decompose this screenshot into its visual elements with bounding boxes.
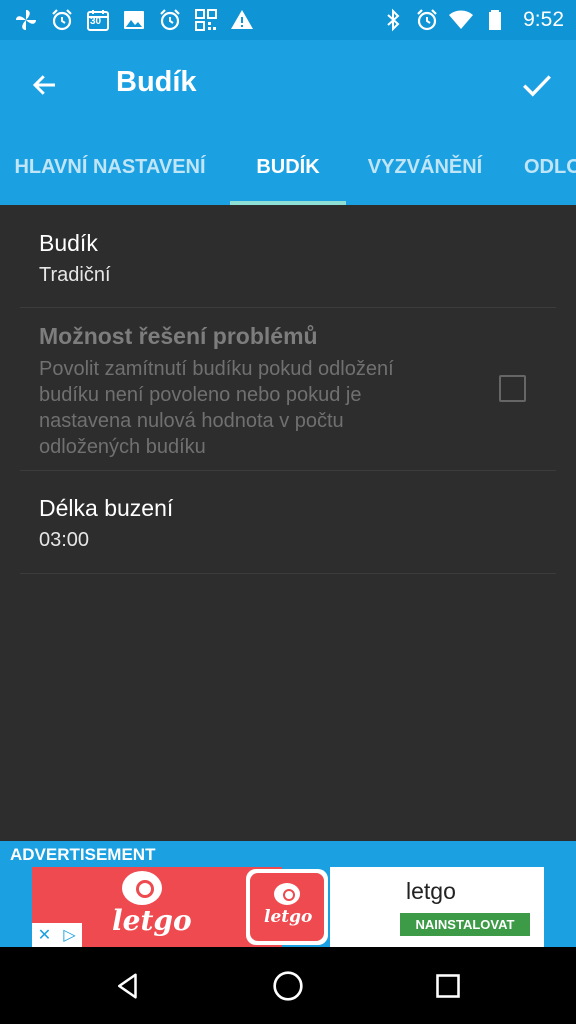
calendar-number: 30 <box>90 16 102 27</box>
tab-main-settings[interactable]: HLAVNÍ NASTAVENÍ <box>0 130 220 205</box>
install-button[interactable]: NAINSTALOVAT <box>400 913 530 936</box>
close-ad-icon[interactable]: ✕ <box>32 923 57 947</box>
qr-code-icon <box>194 8 218 32</box>
nav-recents-button[interactable] <box>423 961 473 1011</box>
status-time: 9:52 <box>523 8 564 31</box>
tab-alarm[interactable]: BUDÍK <box>230 130 346 205</box>
pref-summary: Povolit zamítnutí budíku pokud odložení … <box>39 358 394 458</box>
pref-title: Budík <box>39 230 98 256</box>
ad-choices-icon[interactable]: ▷ <box>57 923 82 947</box>
wifi-icon <box>449 8 474 32</box>
pref-alarm-type[interactable]: Budík Tradiční <box>20 205 556 308</box>
app-root: 30 9:52 Budík HLAVNÍ NASTAVENÍ BUDÍK VYZ… <box>0 0 576 1024</box>
pref-troubleshooting[interactable]: Možnost řešení problémů Povolit zamítnut… <box>20 308 556 471</box>
letgo-bubble-icon <box>122 871 162 905</box>
bluetooth-icon <box>381 8 405 32</box>
tab-snooze[interactable]: ODLO <box>514 130 576 205</box>
warning-icon <box>230 8 254 32</box>
status-right-icons: 9:52 <box>381 8 564 32</box>
page-title: Budík <box>116 66 197 98</box>
status-bar: 30 9:52 <box>0 0 576 40</box>
pref-summary: 03:00 <box>39 529 90 551</box>
nav-home-button[interactable] <box>263 961 313 1011</box>
ad-logo-text: letgo <box>264 907 313 927</box>
ad-app-name: letgo <box>406 878 456 904</box>
pref-summary: Tradiční <box>39 264 111 286</box>
preferences-list: Budík Tradiční Možnost řešení problémů P… <box>0 205 576 841</box>
alarm-clock-icon <box>415 8 439 32</box>
ad-choices[interactable]: ✕ ▷ <box>32 923 82 947</box>
ad-banner[interactable]: letgo letgo letgo NAINSTALOVAT ✕ ▷ <box>0 867 576 947</box>
app-bar: Budík <box>0 40 576 130</box>
tab-bar: HLAVNÍ NASTAVENÍ BUDÍK VYZVÁNĚNÍ ODLO <box>0 130 576 205</box>
alarm-clock-icon <box>50 8 74 32</box>
square-recents-icon <box>436 974 460 998</box>
ad-app-logo[interactable]: letgo <box>246 869 328 945</box>
status-left-icons: 30 <box>14 8 254 32</box>
back-button[interactable] <box>22 62 68 108</box>
pref-title: Možnost řešení problémů <box>39 323 318 349</box>
ad-logo-inner: letgo <box>250 873 324 941</box>
confirm-button[interactable] <box>514 62 560 108</box>
circle-home-icon <box>273 971 303 1001</box>
navigation-bar <box>0 947 576 1024</box>
advertisement-label: ADVERTISEMENT <box>0 841 576 867</box>
letgo-bubble-icon <box>274 883 300 905</box>
pinwheel-icon <box>14 8 38 32</box>
triangle-back-icon <box>118 973 137 999</box>
nav-back-button[interactable] <box>103 961 153 1011</box>
calendar-icon: 30 <box>86 8 110 32</box>
alarm-clock-icon <box>158 8 182 32</box>
check-icon <box>523 75 551 97</box>
pref-title: Délka buzení <box>39 495 174 521</box>
ad-info[interactable]: letgo NAINSTALOVAT <box>330 867 544 947</box>
tab-ringtone[interactable]: VYZVÁNĚNÍ <box>356 130 494 205</box>
ad-brand-text: letgo <box>112 904 192 937</box>
image-icon <box>122 8 146 32</box>
troubleshooting-checkbox[interactable] <box>499 375 526 402</box>
arrow-back-icon <box>32 75 55 95</box>
battery-icon <box>483 8 507 32</box>
pref-wake-duration[interactable]: Délka buzení 03:00 <box>20 471 556 574</box>
